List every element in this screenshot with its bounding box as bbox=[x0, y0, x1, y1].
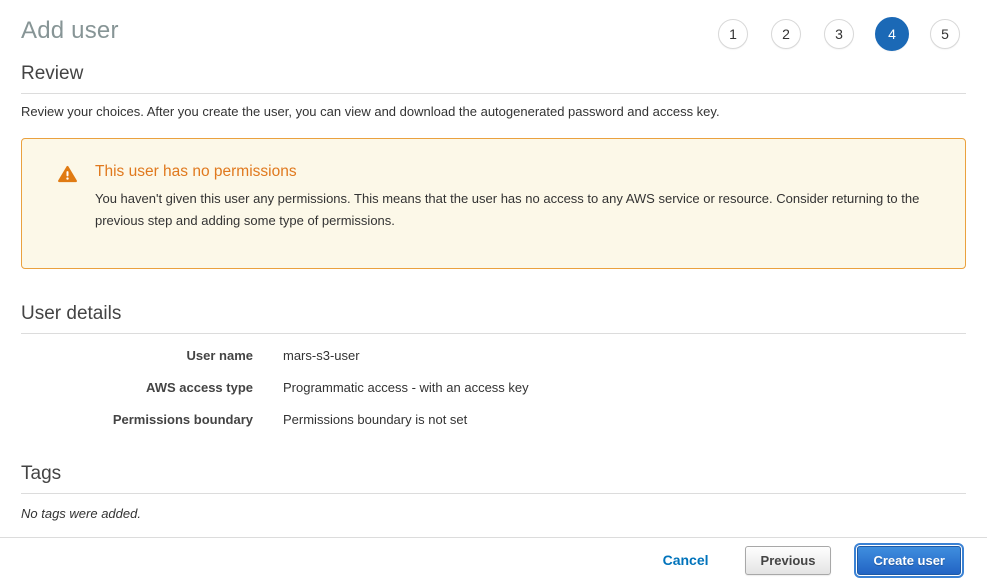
aws-access-type-value: Programmatic access - with an access key bbox=[283, 380, 529, 395]
wizard-header: Add user 1 2 3 4 5 bbox=[21, 0, 966, 49]
user-name-value: mars-s3-user bbox=[283, 348, 360, 363]
table-row: User name mars-s3-user bbox=[21, 348, 966, 363]
permissions-boundary-label: Permissions boundary bbox=[21, 412, 253, 427]
step-5[interactable]: 5 bbox=[930, 19, 960, 49]
divider bbox=[21, 333, 966, 334]
tags-empty-text: No tags were added. bbox=[21, 506, 966, 521]
table-row: AWS access type Programmatic access - wi… bbox=[21, 380, 966, 395]
footer-divider bbox=[0, 537, 987, 538]
divider bbox=[21, 93, 966, 94]
step-3[interactable]: 3 bbox=[824, 19, 854, 49]
user-details-heading: User details bbox=[21, 303, 966, 325]
tags-section: Tags No tags were added. bbox=[21, 463, 966, 521]
user-details-section: User details User name mars-s3-user AWS … bbox=[21, 303, 966, 427]
no-permissions-warning: This user has no permissions You haven't… bbox=[21, 138, 966, 269]
table-row: Permissions boundary Permissions boundar… bbox=[21, 412, 966, 427]
user-details-rows: User name mars-s3-user AWS access type P… bbox=[21, 348, 966, 427]
review-section: Review Review your choices. After you cr… bbox=[21, 63, 966, 119]
aws-access-type-label: AWS access type bbox=[21, 380, 253, 395]
warning-content: This user has no permissions You haven't… bbox=[95, 163, 941, 232]
step-2[interactable]: 2 bbox=[771, 19, 801, 49]
review-heading: Review bbox=[21, 63, 966, 85]
tags-heading: Tags bbox=[21, 463, 966, 485]
cancel-link[interactable]: Cancel bbox=[663, 552, 709, 568]
previous-button[interactable]: Previous bbox=[745, 546, 832, 575]
permissions-boundary-value: Permissions boundary is not set bbox=[283, 412, 467, 427]
warning-triangle-icon bbox=[58, 170, 77, 187]
step-1[interactable]: 1 bbox=[718, 19, 748, 49]
add-user-wizard-page: Add user 1 2 3 4 5 Review Review your ch… bbox=[0, 0, 987, 521]
create-user-button[interactable]: Create user bbox=[857, 546, 961, 575]
review-description: Review your choices. After you create th… bbox=[21, 104, 966, 119]
step-4[interactable]: 4 bbox=[875, 17, 909, 51]
warning-body: You haven't given this user any permissi… bbox=[95, 188, 941, 232]
step-indicator: 1 2 3 4 5 bbox=[718, 17, 966, 49]
page-title: Add user bbox=[21, 17, 119, 45]
divider bbox=[21, 493, 966, 494]
wizard-footer: Cancel Previous Create user bbox=[0, 543, 987, 577]
warning-title: This user has no permissions bbox=[95, 163, 941, 181]
warning-icon-column bbox=[58, 163, 95, 232]
user-name-label: User name bbox=[21, 348, 253, 363]
